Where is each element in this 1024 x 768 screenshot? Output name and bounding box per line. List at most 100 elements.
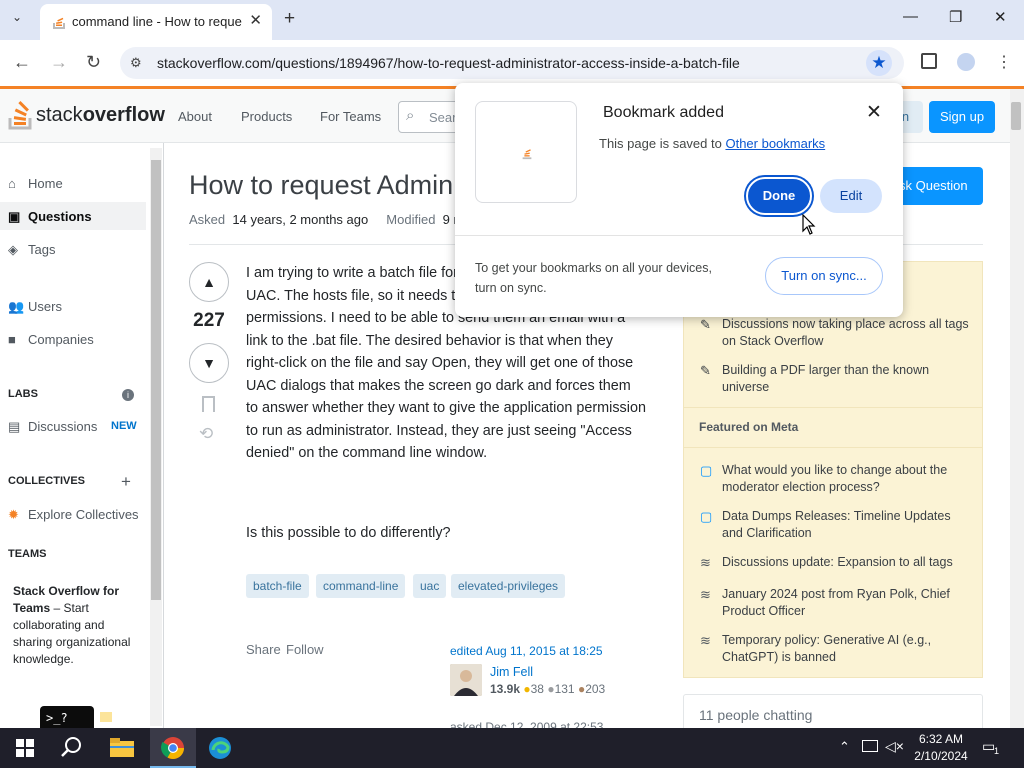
browser-tab[interactable]: command line - How to request ✕ [40, 4, 272, 40]
nav-about[interactable]: About [178, 109, 212, 124]
meta-item[interactable]: ▢ What would you like to change about the… [700, 462, 970, 496]
page-scrollbar[interactable] [1010, 89, 1024, 728]
window-close-icon[interactable]: ✕ [994, 8, 1007, 26]
tag-batch-file[interactable]: batch-file [246, 574, 309, 598]
avatar[interactable] [450, 664, 482, 696]
other-bookmarks-link[interactable]: Other bookmarks [725, 136, 825, 151]
follow-link[interactable]: Follow [286, 642, 324, 657]
forward-icon[interactable]: → [50, 52, 68, 73]
collectives-heading: COLLECTIVES [8, 475, 86, 487]
folder-tooltip-icon [100, 712, 112, 722]
users-icon: 👥 [8, 299, 25, 314]
meta-item[interactable]: ≋ January 2024 post from Ryan Polk, Chief… [700, 586, 970, 620]
briefcase-icon: ■ [8, 332, 16, 347]
question-meta: Asked 14 years, 2 months ago Modified 9 … [189, 212, 465, 227]
info-icon[interactable]: i [122, 389, 134, 401]
bookmark-popup-title: Bookmark added [603, 104, 724, 121]
vote-count: 227 [193, 310, 225, 331]
questions-icon: ▣ [8, 209, 21, 224]
popup-divider [455, 235, 903, 236]
stackoverflow-thumb-icon [522, 149, 532, 160]
downvote-button[interactable]: ▼ [189, 343, 229, 383]
edited-info[interactable]: edited Aug 11, 2015 at 18:25 [450, 644, 603, 658]
editor-name[interactable]: Jim Fell [490, 665, 533, 679]
search-icon: ⌕ [406, 107, 415, 124]
url-text[interactable]: stackoverflow.com/questions/1894967/how-… [157, 55, 740, 71]
search-placeholder: Sear [429, 110, 457, 125]
reload-icon[interactable]: ↻ [86, 52, 101, 73]
chrome-icon[interactable] [161, 736, 185, 765]
windows-start-icon[interactable] [16, 739, 34, 762]
stackoverflow-small-icon: ≋ [700, 555, 711, 570]
notification-icon[interactable]: ▭ 1 [982, 738, 1006, 758]
sync-prompt-text: To get your bookmarks on all your device… [475, 261, 712, 295]
network-icon[interactable] [862, 740, 878, 752]
side-panel-icon[interactable] [921, 53, 937, 69]
teams-heading: TEAMS [8, 548, 47, 560]
meta-item[interactable]: ≋ Discussions update: Expansion to all ta… [700, 554, 970, 571]
minimize-icon[interactable]: — [903, 8, 918, 25]
sidebar-item-companies[interactable]: ■ Companies [8, 332, 94, 347]
tag-elevated-privileges[interactable]: elevated-privileges [451, 574, 566, 598]
discussions-icon: ▤ [8, 419, 21, 434]
nav-for-teams[interactable]: For Teams [320, 109, 381, 124]
sidebar-item-questions[interactable]: ▣ Questions [8, 209, 92, 225]
stackoverflow-logo-text[interactable]: stackoverflow [36, 104, 165, 127]
stackoverflow-logo-icon[interactable] [8, 100, 34, 135]
labs-heading: LABS [8, 388, 38, 400]
widget-item[interactable]: ✎ Building a PDF larger than the known un… [700, 362, 970, 396]
file-explorer-icon[interactable] [110, 738, 134, 763]
meta-item[interactable]: ≋ Temporary policy: Generative AI (e.g., … [700, 632, 970, 666]
sidebar-item-discussions[interactable]: ▤ Discussions [8, 419, 97, 435]
nav-products[interactable]: Products [241, 109, 292, 124]
signup-button[interactable]: Sign up [929, 101, 995, 133]
tag-command-line[interactable]: command-line [316, 574, 406, 598]
sidebar-item-explore-collectives[interactable]: ✹ Explore Collectives [8, 507, 139, 523]
profile-icon[interactable] [957, 53, 975, 71]
volume-muted-icon[interactable]: ◁× [885, 738, 904, 755]
history-icon[interactable]: ⟲ [199, 424, 213, 444]
share-link[interactable]: Share [246, 642, 281, 657]
taskbar-search-icon[interactable] [61, 736, 83, 763]
back-icon[interactable]: ← [13, 52, 31, 73]
tab-close-icon[interactable]: ✕ [249, 11, 262, 29]
editor-reputation: 13.9k ●38 ●131 ●203 [490, 682, 606, 696]
question-title[interactable]: How to request Admin [189, 170, 459, 201]
menu-dots-icon[interactable]: ⋮ [996, 52, 1012, 72]
page-scroll-thumb[interactable] [1011, 102, 1021, 130]
featured-meta-heading: Featured on Meta [699, 420, 799, 434]
new-tab-button[interactable]: + [284, 8, 295, 30]
done-button[interactable]: Done [746, 177, 812, 215]
add-collective-icon[interactable]: + [121, 472, 131, 492]
upvote-button[interactable]: ▲ [189, 262, 229, 302]
pencil-icon: ✎ [700, 317, 711, 332]
sidebar-item-users[interactable]: 👥 Users [8, 299, 62, 315]
new-badge: NEW [111, 420, 137, 432]
bookmark-icon[interactable] [202, 396, 215, 412]
edit-button[interactable]: Edit [820, 179, 882, 213]
sidebar-item-home[interactable]: ⌂ Home [8, 176, 63, 191]
pencil-icon: ✎ [700, 363, 711, 378]
maximize-icon[interactable]: ❐ [949, 8, 962, 26]
taskbar-clock[interactable]: 6:32 AM 2/10/2024 [906, 731, 976, 765]
tag-uac[interactable]: uac [413, 574, 447, 598]
edge-icon[interactable] [208, 736, 232, 765]
ask-question-button[interactable]: sk Question [893, 167, 983, 205]
teams-promo[interactable]: Stack Overflow for Teams – Start collabo… [13, 583, 143, 668]
question-body-line2: Is this possible to do differently? [246, 525, 451, 541]
stackoverflow-small-icon: ≋ [700, 633, 711, 648]
turn-on-sync-button[interactable]: Turn on sync... [765, 257, 883, 295]
chat-bubble-icon: ▢ [700, 463, 713, 478]
site-info-icon[interactable]: ⚙ [130, 55, 142, 71]
tab-search-icon[interactable]: ⌄ [12, 10, 22, 24]
mouse-cursor-icon [802, 213, 816, 241]
meta-item[interactable]: ▢ Data Dumps Releases: Timeline Updates a… [700, 508, 970, 542]
bookmark-star-icon[interactable]: ★ [866, 50, 892, 76]
widget-item[interactable]: ✎ Discussions now taking place across all… [700, 316, 970, 350]
arrow-down-icon: ▼ [202, 355, 216, 371]
sidebar-scroll-thumb[interactable] [151, 160, 161, 600]
sidebar-item-tags[interactable]: ◈ Tags [8, 242, 55, 258]
chat-count[interactable]: 11 people chatting [699, 707, 812, 723]
tray-chevron-icon[interactable]: ⌃ [839, 739, 850, 755]
popup-close-icon[interactable]: ✕ [866, 101, 882, 124]
